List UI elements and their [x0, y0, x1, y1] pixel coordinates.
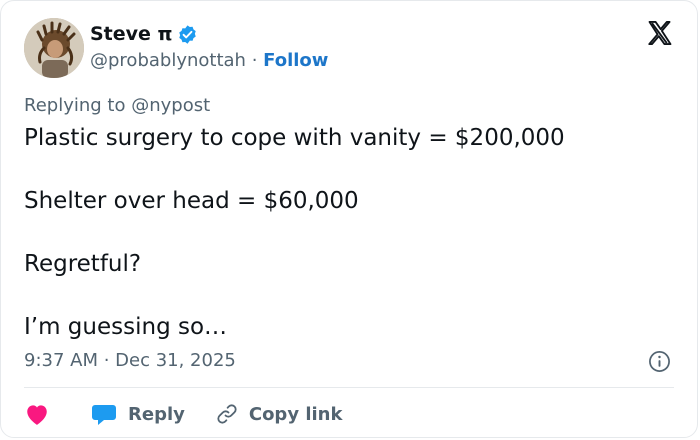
tweet-line: I’m guessing so…: [24, 314, 228, 340]
divider: [24, 387, 674, 388]
reply-bubble-icon: [92, 405, 116, 425]
separator: ·: [251, 50, 258, 71]
replying-to: Replying to @nypost: [24, 93, 210, 119]
handle-line: @probablynottah · Follow: [90, 48, 328, 74]
verified-badge-icon: [178, 24, 196, 44]
tweet-line: Shelter over head = $60,000: [24, 188, 359, 214]
heart-icon[interactable]: [24, 402, 50, 426]
x-logo-icon[interactable]: [646, 19, 674, 47]
follow-link[interactable]: Follow: [263, 50, 328, 71]
reply-mention[interactable]: @nypost: [131, 95, 210, 116]
display-name-text[interactable]: Steve π: [90, 21, 173, 47]
avatar-image: [24, 18, 84, 78]
timestamp[interactable]: 9:37 AM · Dec 31, 2025: [24, 348, 236, 374]
reply-button[interactable]: Reply: [90, 402, 185, 426]
link-icon: [217, 404, 237, 424]
copy-link-button[interactable]: Copy link: [215, 402, 343, 426]
replying-prefix: Replying to: [24, 95, 126, 116]
copy-link-label: Copy link: [248, 403, 343, 425]
tweet-line: Plastic surgery to cope with vanity = $2…: [24, 125, 565, 151]
avatar[interactable]: [24, 18, 84, 78]
tweet-text: Plastic surgery to cope with vanity = $2…: [24, 123, 674, 375]
tweet-line: Regretful?: [24, 251, 142, 277]
display-name[interactable]: Steve π: [90, 21, 198, 47]
tweet-card: Steve π @probablynottah · Follow Replyin…: [0, 0, 698, 438]
reply-label: Reply: [128, 403, 185, 425]
handle[interactable]: @probablynottah: [90, 50, 246, 71]
action-bar: Reply Copy link: [24, 398, 342, 430]
info-icon[interactable]: [648, 350, 671, 373]
